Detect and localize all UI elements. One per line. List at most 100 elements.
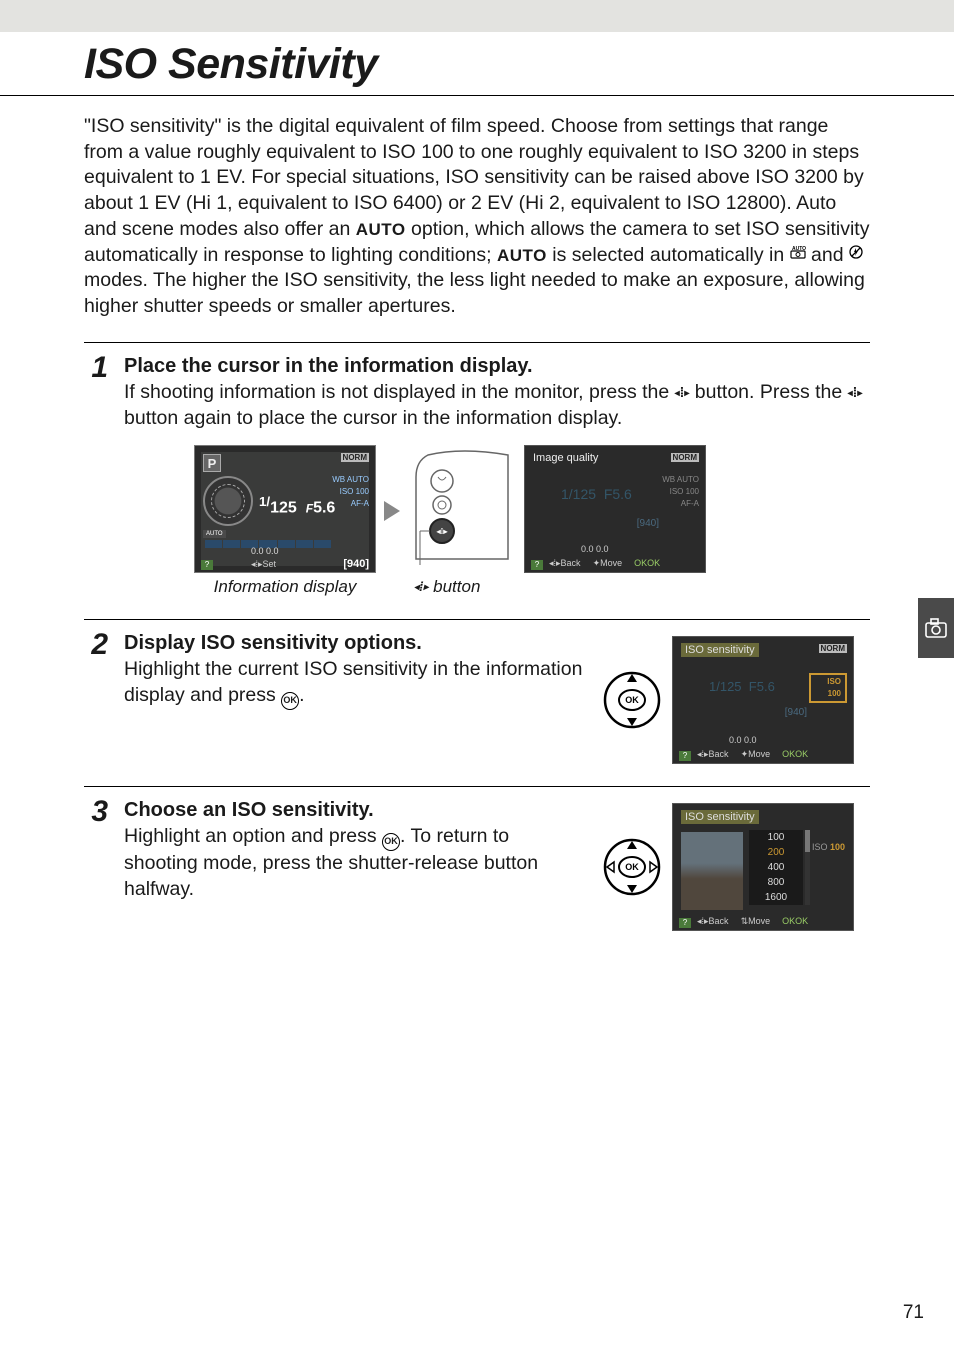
step-1-text: If shooting information is not displayed… (124, 380, 870, 431)
caption-info-button: ⁞ button (408, 577, 516, 597)
step-1-captions: Information display ⁞ button (194, 577, 870, 597)
scrollbar (805, 830, 810, 905)
iso-list-screenshot: ISO sensitivity 100 200 400 800 1600 ISO… (672, 803, 854, 931)
quality-norm: NORM (819, 644, 847, 653)
step-1-figures: P AUTO 1/125 F5.6 NORM WB AUTO ISO 100 A… (194, 445, 870, 573)
comp-readout: 0.0 0.0 (581, 544, 609, 554)
info-button-icon: ⁞ (675, 383, 690, 401)
step-2-figures: OK ISO sensitivity NORM ISO 100 1/125 F5… (602, 636, 854, 764)
set-label: ◂⁞▸Set (251, 559, 276, 570)
ok-button-icon: OK (281, 692, 299, 710)
svg-text:◂⁞▸: ◂⁞▸ (436, 527, 449, 536)
exposure-readout: 1/125 F5.6 (709, 679, 775, 694)
intro-paragraph: "ISO sensitivity" is the digital equival… (84, 114, 870, 320)
step-2-text-b: . (299, 684, 304, 706)
exposure-readout: 1/125 F5.6 (259, 494, 335, 517)
right-column: NORM WB AUTO ISO 100 AF-A (331, 452, 369, 510)
step-2: 2 OK ISO sensitivity NORM ISO 100 (84, 626, 870, 764)
frame-count: [940] (785, 707, 807, 718)
iso-value: 100 (356, 487, 369, 496)
ok-hint: OKOK (634, 558, 660, 569)
page-top-band (0, 0, 954, 32)
menu-title: ISO sensitivity (681, 810, 759, 824)
intro-text-5: modes. The higher the ISO sensitivity, t… (84, 269, 865, 317)
step-1-rule (84, 342, 870, 343)
menu-title: Image quality (533, 452, 598, 464)
step-3-body: OK ISO sensitivity 100 200 400 800 1600 (124, 793, 854, 931)
iso-value: 100 (686, 487, 699, 496)
footer-hints: ◂⁞▸Back ⇅Move OKOK (697, 916, 847, 927)
step-3-rule (84, 786, 870, 787)
iso-label: ISO (340, 487, 354, 496)
iso-option: 1600 (749, 890, 803, 905)
frame-count: [940] (637, 518, 659, 529)
wb-value: WB AUTO (331, 474, 369, 486)
comp-readout: 0.0 0.0 (729, 735, 757, 745)
information-display-screenshot: P AUTO 1/125 F5.6 NORM WB AUTO ISO 100 A… (194, 445, 376, 573)
step-2-body: OK ISO sensitivity NORM ISO 100 1/125 F5… (124, 626, 854, 764)
step-3-number: 3 (84, 793, 108, 931)
step-1-title: Place the cursor in the information disp… (124, 355, 870, 378)
step-2-text-a: Highlight the current ISO sensitivity in… (124, 658, 582, 706)
iso-option-selected: 200 (749, 845, 803, 860)
af-value: AF-A (661, 498, 699, 510)
ok-button-icon: OK (382, 833, 400, 851)
exposure-readout: 1/125 F5.6 (561, 486, 632, 502)
help-indicator: ? (531, 560, 543, 570)
title-rule (0, 95, 954, 96)
step-1: 1 Place the cursor in the information di… (84, 349, 870, 431)
right-column: NORM WB AUTO ISO 100 AF-A (661, 452, 699, 510)
page-number: 71 (903, 1302, 924, 1324)
ok-hint: OKOK (782, 916, 808, 927)
step-3: 3 OK ISO sensitivity 100 200 (84, 793, 870, 931)
preview-thumbnail (681, 832, 743, 910)
f-prefix: F (306, 502, 313, 516)
multi-selector-press-icon: OK (602, 670, 662, 730)
back-hint: ◂⁞▸Back (549, 558, 581, 569)
step-1-text-a: If shooting information is not displayed… (124, 381, 675, 403)
move-hint: ✦Move (741, 749, 771, 760)
camera-back-diagram: ◂⁞▸ (408, 447, 516, 567)
info-button-icon: ⁞ (414, 579, 428, 594)
svg-text:OK: OK (625, 695, 639, 705)
help-indicator: ? (201, 560, 213, 570)
intro-text-3: is selected automatically in (547, 244, 790, 266)
iso-highlight-screenshot: ISO sensitivity NORM ISO 100 1/125 F5.6 … (672, 636, 854, 764)
page-title: ISO Sensitivity (84, 40, 870, 89)
quality-norm: NORM (671, 453, 699, 462)
multi-selector-all-icon: OK (602, 837, 662, 897)
help-indicator: ? (679, 918, 691, 928)
auto-keyword-1: AUTO (356, 220, 406, 239)
page-content: ISO Sensitivity "ISO sensitivity" is the… (0, 32, 954, 931)
move-hint: ⇅Move (741, 916, 771, 927)
image-quality-menu-screenshot: Image quality 1/125 F5.6 NORM WB AUTO IS… (524, 445, 706, 573)
shutter-value: 1/125 (561, 486, 596, 502)
ok-hint: OKOK (782, 749, 808, 760)
step-3-figures: OK ISO sensitivity 100 200 400 800 1600 (602, 803, 854, 931)
shutter-prefix: 1/ (259, 494, 270, 509)
iso-highlight: ISO 100 (809, 673, 847, 703)
quality-norm: NORM (341, 453, 369, 462)
iso-option: 100 (749, 830, 803, 845)
right-column: NORM ISO 100 (809, 643, 847, 703)
back-hint: ◂⁞▸Back (697, 916, 729, 927)
iso-label: ISO (670, 487, 684, 496)
intro-text-4: and (806, 244, 849, 266)
svg-text:OK: OK (625, 862, 639, 872)
help-indicator: ? (679, 751, 691, 761)
info-button-icon: ⁞ (848, 383, 863, 401)
step-3-text-a: Highlight an option and press (124, 825, 382, 847)
comp-readout: 0.0 0.0 (251, 546, 279, 556)
wb-value: WB AUTO (661, 474, 699, 486)
iso-option: 400 (749, 860, 803, 875)
step-1-text-b: button. Press the (689, 381, 847, 403)
arrow-right-icon (384, 501, 400, 521)
menu-title: ISO sensitivity (681, 643, 759, 657)
flash-off-mode-icon (849, 245, 863, 264)
mode-badge: P (203, 454, 221, 472)
step-1-number: 1 (84, 349, 108, 431)
step-1-text-c: button again to place the cursor in the … (124, 407, 622, 429)
step-2-rule (84, 619, 870, 620)
frame-count: [940] (343, 558, 369, 570)
footer-hints: ◂⁞▸Back ✦Move OKOK (697, 749, 847, 760)
